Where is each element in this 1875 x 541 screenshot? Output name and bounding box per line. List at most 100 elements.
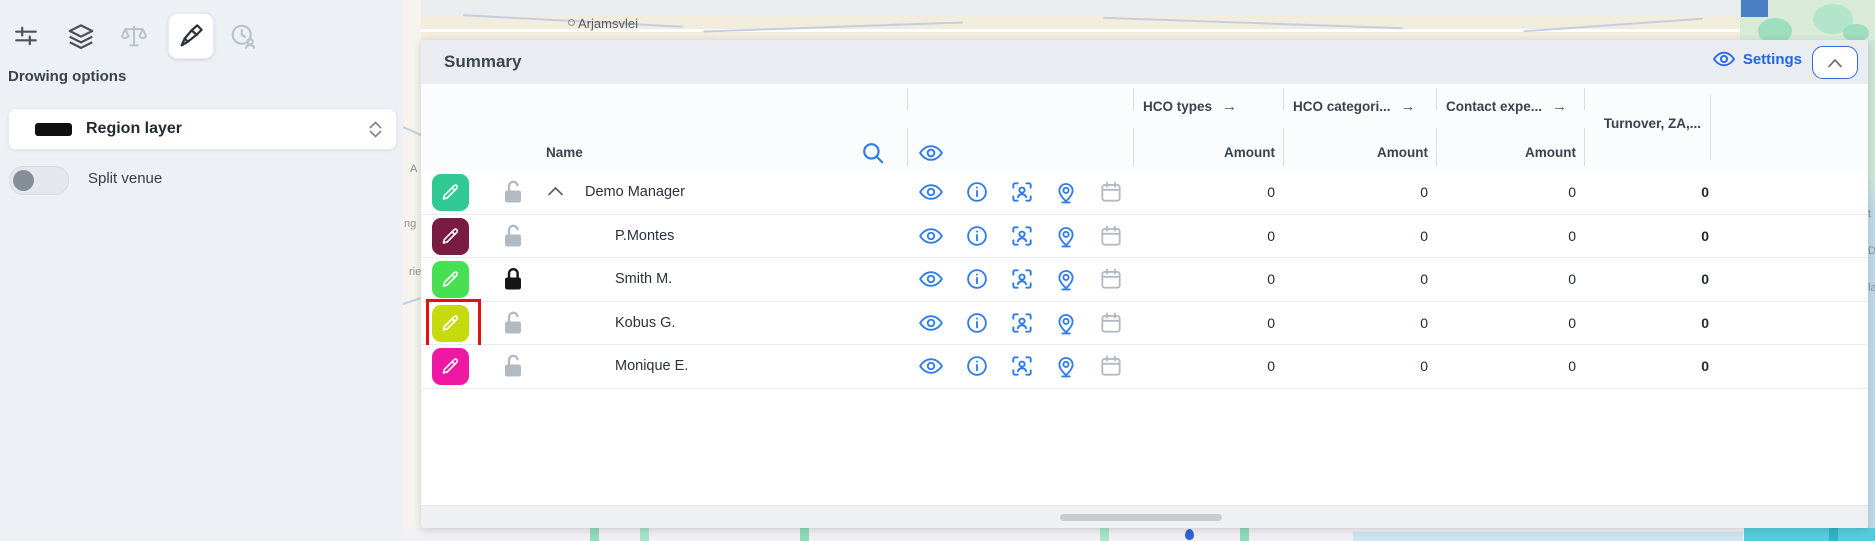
map-place-marker-icon: [568, 19, 575, 26]
horizontal-scrollbar-thumb[interactable]: [1060, 514, 1222, 521]
locate-person-icon[interactable]: [1009, 179, 1035, 205]
column-amount[interactable]: Amount: [1165, 134, 1275, 171]
amount-value: 0: [1318, 171, 1428, 214]
lock-icon[interactable]: [501, 353, 525, 379]
calendar-icon[interactable]: [1098, 353, 1124, 379]
amount-value: 0: [1466, 171, 1576, 214]
info-icon[interactable]: [964, 266, 990, 292]
layer-select-value: Region layer: [86, 120, 369, 138]
edit-pencil-button[interactable]: [432, 174, 469, 211]
settings-label: Settings: [1743, 51, 1802, 68]
search-icon[interactable]: [860, 140, 886, 166]
visibility-eye-icon[interactable]: [918, 353, 944, 379]
pencil-icon: [440, 269, 461, 290]
edit-pencil-button[interactable]: [432, 348, 469, 385]
layers-icon: [66, 21, 96, 51]
collapse-panel-button[interactable]: [1812, 46, 1858, 79]
amount-value: 0: [1318, 345, 1428, 388]
adjustments-tool-button[interactable]: [3, 13, 49, 59]
marker-icon: [176, 21, 206, 51]
lock-icon[interactable]: [501, 179, 525, 205]
table-row: P.Montes 0 0 0 0: [421, 215, 1868, 259]
calendar-icon[interactable]: [1098, 179, 1124, 205]
turnover-value: 0: [1599, 171, 1709, 214]
location-pin-icon[interactable]: [1053, 353, 1079, 379]
scales-tool-button[interactable]: [111, 13, 157, 59]
layer-select[interactable]: Region layer: [8, 108, 397, 150]
arrow-right-icon: →: [1401, 98, 1416, 115]
amount-value: 0: [1466, 302, 1576, 345]
info-icon[interactable]: [964, 179, 990, 205]
locate-person-icon[interactable]: [1009, 266, 1035, 292]
marker-tool-button[interactable]: [168, 13, 214, 59]
locate-person-icon[interactable]: [1009, 310, 1035, 336]
info-icon[interactable]: [964, 353, 990, 379]
amount-value: 0: [1318, 215, 1428, 258]
location-pin-icon[interactable]: [1053, 223, 1079, 249]
locate-person-icon[interactable]: [1009, 353, 1035, 379]
panel-title: Summary: [444, 52, 521, 72]
scales-icon: [119, 21, 149, 51]
history-user-tool-button[interactable]: [220, 13, 266, 59]
edit-pencil-button[interactable]: [432, 218, 469, 255]
location-pin-icon[interactable]: [1053, 310, 1079, 336]
edit-pencil-button[interactable]: [432, 305, 469, 342]
calendar-icon[interactable]: [1098, 223, 1124, 249]
amount-value: 0: [1318, 258, 1428, 301]
visibility-eye-icon[interactable]: [918, 179, 944, 205]
pencil-icon: [440, 182, 461, 203]
adjustments-icon: [13, 23, 39, 49]
collapse-row-chevron-icon[interactable]: [547, 186, 564, 197]
visibility-eye-icon[interactable]: [918, 310, 944, 336]
history-user-icon: [228, 21, 258, 51]
table-row: Demo Manager 0 0 0 0: [421, 171, 1868, 215]
table-row: Smith M. 0 0 0 0: [421, 258, 1868, 302]
lock-icon[interactable]: [501, 266, 525, 292]
map-background-bottom: [403, 528, 1875, 541]
summary-panel-header: Summary Settings: [421, 40, 1868, 84]
visibility-eye-icon[interactable]: [918, 266, 944, 292]
location-pin-icon[interactable]: [1053, 266, 1079, 292]
visibility-eye-icon[interactable]: [918, 223, 944, 249]
column-group-hco-types[interactable]: HCO types→: [1143, 98, 1237, 115]
calendar-icon[interactable]: [1098, 266, 1124, 292]
column-group-hco-categories[interactable]: HCO categori...→: [1293, 98, 1416, 115]
layers-tool-button[interactable]: [58, 13, 104, 59]
toggle-knob: [13, 170, 34, 191]
map-place-label: Arjamsvlei: [568, 16, 638, 31]
locate-person-icon[interactable]: [1009, 223, 1035, 249]
column-amount[interactable]: Amount: [1318, 134, 1428, 171]
info-icon[interactable]: [964, 310, 990, 336]
table-row: Kobus G. 0 0 0 0: [421, 302, 1868, 346]
edit-pencil-button[interactable]: [432, 261, 469, 298]
row-name: P.Montes: [615, 215, 674, 258]
select-chevrons-icon: [369, 121, 382, 138]
column-group-contact-expenses[interactable]: Contact expe...→: [1446, 98, 1567, 115]
map-text-fragment: rie: [409, 266, 421, 278]
amount-value: 0: [1165, 302, 1275, 345]
map-text-fragment: la: [1868, 282, 1875, 294]
drawing-options-title: Drowing options: [8, 68, 126, 85]
location-pin-icon[interactable]: [1053, 179, 1079, 205]
split-venue-label: Split venue: [88, 170, 162, 187]
settings-link[interactable]: Settings: [1712, 50, 1802, 68]
row-name: Demo Manager: [585, 171, 685, 214]
info-icon[interactable]: [964, 223, 990, 249]
lock-icon[interactable]: [501, 310, 525, 336]
chevron-up-icon: [1827, 58, 1843, 68]
column-amount[interactable]: Amount: [1466, 134, 1576, 171]
row-name: Kobus G.: [615, 302, 675, 345]
lock-icon[interactable]: [501, 223, 525, 249]
table-body: Demo Manager 0 0 0 0: [421, 171, 1868, 389]
map-text-fragment: ng: [404, 218, 416, 230]
visibility-all-eye-icon[interactable]: [918, 140, 944, 166]
column-turnover[interactable]: Turnover, ZA,...: [1501, 116, 1701, 131]
split-venue-toggle[interactable]: [9, 166, 69, 195]
pencil-icon: [440, 313, 461, 334]
calendar-icon[interactable]: [1098, 310, 1124, 336]
pencil-icon: [440, 226, 461, 247]
column-name[interactable]: Name: [546, 134, 583, 171]
summary-panel: Summary Settings: [421, 40, 1868, 528]
amount-value: 0: [1165, 258, 1275, 301]
map-pin-marker: [1185, 529, 1194, 540]
